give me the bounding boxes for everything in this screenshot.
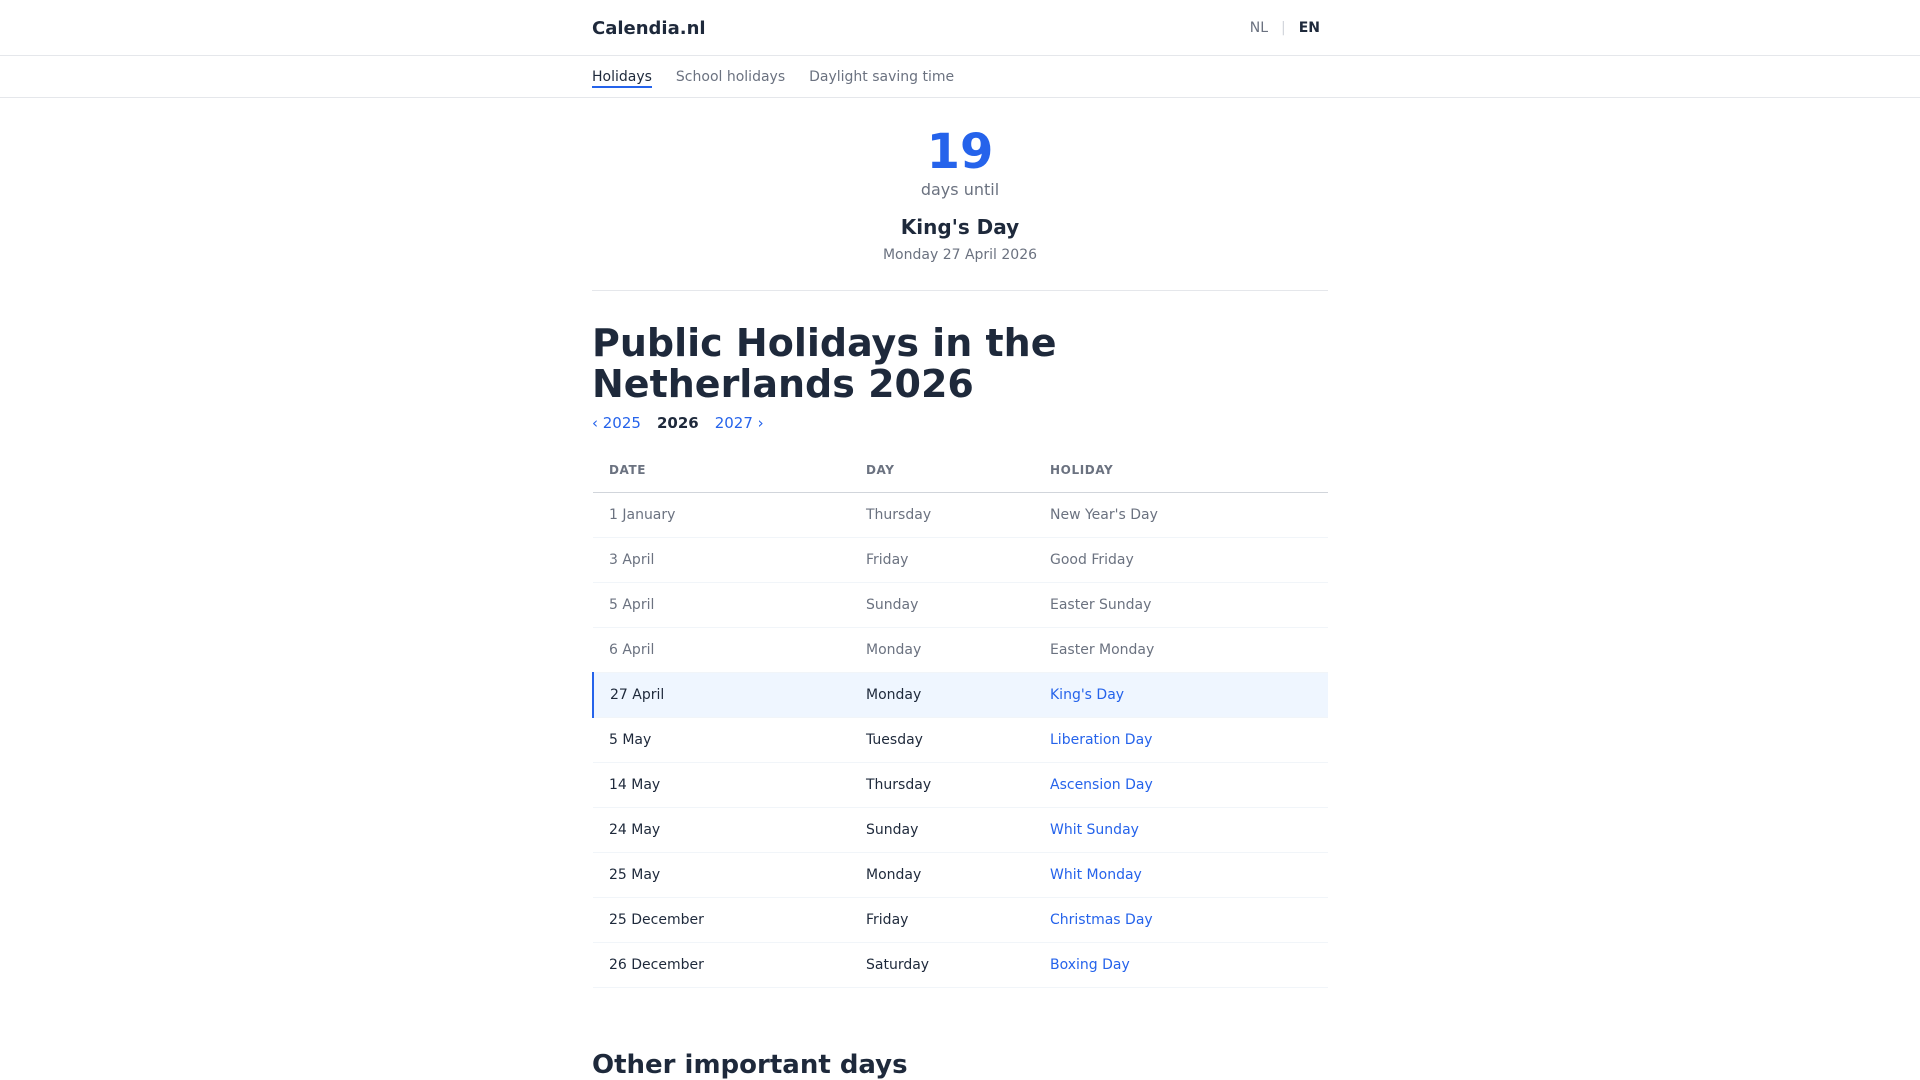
next-year-link[interactable]: 2027 › [715, 414, 764, 432]
cell-date: 14 May [593, 762, 850, 808]
table-header-row: DATE DAY HOLIDAY [593, 449, 1328, 493]
cell-holiday: Easter Sunday [1034, 582, 1328, 628]
site-header: Calendia.nl NL | EN [0, 0, 1920, 56]
table-row: 24 May Sunday Whit Sunday [593, 807, 1328, 853]
cell-day: Friday [850, 897, 1034, 943]
cell-day: Thursday [850, 492, 1034, 538]
table-row-next-holiday: 27 April Monday King's Day [592, 672, 1328, 718]
nav-tab-daylight-saving[interactable]: Daylight saving time [809, 65, 954, 88]
holidays-table: DATE DAY HOLIDAY 1 January Thursday New … [592, 449, 1328, 988]
countdown-holiday-name: King's Day [900, 215, 1020, 239]
cell-date: 5 April [593, 582, 850, 628]
countdown-number: 19 [926, 124, 994, 180]
countdown-holiday-date: Monday 27 April 2026 [882, 247, 1038, 263]
table-row: 5 May Tuesday Liberation Day [593, 717, 1328, 763]
section-title-other-days: Other important days [592, 1049, 908, 1080]
cell-day: Sunday [850, 582, 1034, 628]
cell-day: Monday [850, 627, 1034, 673]
column-header-holiday: HOLIDAY [1034, 449, 1328, 493]
main-content: 19 days until King's Day Monday 27 April… [592, 98, 1328, 1080]
table-row: 26 December Saturday Boxing Day [593, 942, 1328, 988]
cell-holiday-link[interactable]: King's Day [1034, 672, 1328, 718]
table-row: 14 May Thursday Ascension Day [593, 762, 1328, 808]
table-row: 6 April Monday Easter Monday [593, 627, 1328, 673]
cell-day: Friday [850, 537, 1034, 583]
prev-year-link[interactable]: ‹ 2025 [592, 414, 641, 432]
cell-holiday-link[interactable]: Boxing Day [1034, 942, 1328, 988]
cell-day: Tuesday [850, 717, 1034, 763]
cell-holiday: New Year's Day [1034, 492, 1328, 538]
table-row: 25 December Friday Christmas Day [593, 897, 1328, 943]
cell-day: Saturday [850, 942, 1034, 988]
cell-holiday-link[interactable]: Liberation Day [1034, 717, 1328, 763]
cell-date: 26 December [593, 942, 850, 988]
page-title: Public Holidays in the Netherlands 2026 [592, 321, 1057, 406]
header-container: Calendia.nl NL | EN [592, 0, 1328, 56]
cell-date: 24 May [593, 807, 850, 853]
cell-date: 27 April [592, 672, 850, 718]
cell-date: 25 December [593, 897, 850, 943]
sub-navigation: Holidays School holidays Daylight saving… [0, 56, 1920, 98]
language-switcher: NL | EN [1250, 20, 1320, 36]
lang-en-active[interactable]: EN [1299, 20, 1320, 36]
cell-holiday-link[interactable]: Ascension Day [1034, 762, 1328, 808]
lang-separator: | [1281, 20, 1286, 36]
column-header-day: DAY [850, 449, 1034, 493]
lang-nl-link[interactable]: NL [1250, 20, 1268, 36]
current-year: 2026 [656, 414, 699, 432]
site-logo[interactable]: Calendia.nl [592, 18, 706, 39]
table-row: 1 January Thursday New Year's Day [593, 492, 1328, 538]
cell-day: Monday [850, 672, 1034, 718]
cell-holiday-link[interactable]: Christmas Day [1034, 897, 1328, 943]
table-row: 5 April Sunday Easter Sunday [593, 582, 1328, 628]
table-row: 3 April Friday Good Friday [593, 537, 1328, 583]
countdown-label: days until [920, 180, 1000, 199]
cell-date: 1 January [593, 492, 850, 538]
cell-holiday: Easter Monday [1034, 627, 1328, 673]
cell-day: Thursday [850, 762, 1034, 808]
year-navigation: ‹ 2025 2026 2027 › [592, 413, 1328, 433]
nav-tab-holidays[interactable]: Holidays [592, 65, 652, 88]
cell-holiday-link[interactable]: Whit Sunday [1034, 807, 1328, 853]
nav-tab-school-holidays[interactable]: School holidays [676, 65, 785, 88]
countdown-panel: 19 days until King's Day Monday 27 April… [592, 98, 1328, 291]
cell-date: 3 April [593, 537, 850, 583]
cell-date: 25 May [593, 852, 850, 898]
cell-date: 5 May [593, 717, 850, 763]
cell-date: 6 April [593, 627, 850, 673]
cell-day: Monday [850, 852, 1034, 898]
cell-holiday: Good Friday [1034, 537, 1328, 583]
cell-day: Sunday [850, 807, 1034, 853]
table-row: 25 May Monday Whit Monday [593, 852, 1328, 898]
column-header-date: DATE [593, 449, 850, 493]
cell-holiday-link[interactable]: Whit Monday [1034, 852, 1328, 898]
